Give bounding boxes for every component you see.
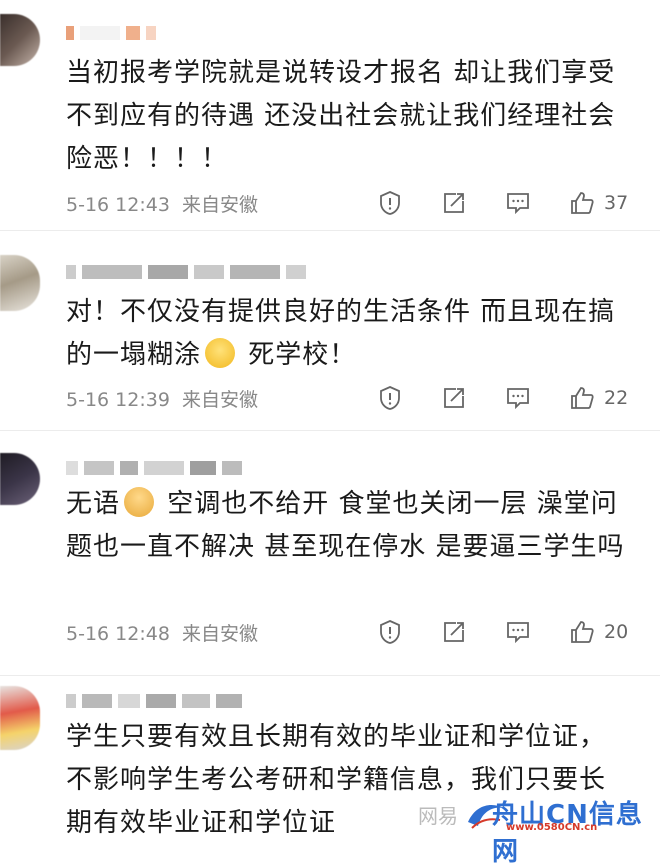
comment-meta: 5-16 12:48 来自安徽 20 [66,617,640,647]
report-icon[interactable] [376,618,404,646]
reply-icon[interactable] [504,189,532,217]
like-count: 22 [604,387,629,409]
comment-text: 当初报考学院就是说转设才报名 却让我们享受不到应有的待遇 还没出社会就让我们经理… [66,58,616,174]
like-icon[interactable] [568,618,596,646]
username-blurred[interactable] [66,261,306,283]
comment-text: 无语 空调也不给开 食堂也关闭一层 澡堂问题也一直不解决 甚至现在停水 是要逼三… [66,487,625,562]
avatar[interactable] [0,255,40,311]
reply-icon[interactable] [504,618,532,646]
comment-time: 5-16 12:39 来自安徽 [66,388,259,411]
report-icon[interactable] [376,189,404,217]
comment-text: 对！不仅没有提供良好的生活条件 而且现在搞的一塌糊涂 死学校！ [66,297,616,370]
site-url: www.0580CN.cn [506,822,598,833]
facepalm-person-icon [124,487,155,517]
comment-time: 5-16 12:48 来自安徽 [66,622,259,645]
report-icon[interactable] [376,384,404,412]
avatar[interactable] [0,14,40,66]
comment-actions: 20 [376,618,628,646]
crying-face-icon [205,338,236,368]
like-count: 20 [604,621,629,643]
comment-meta: 5-16 12:43 来自安徽 37 [66,188,640,218]
username-blurred[interactable] [66,22,156,44]
like-icon[interactable] [568,384,596,412]
comment-item: 当初报考学院就是说转设才报名 却让我们享受不到应有的待遇 还没出社会就让我们经理… [0,0,660,230]
netease-watermark: 网易 [418,803,458,828]
comment-item: 无语 空调也不给开 食堂也关闭一层 澡堂问题也一直不解决 甚至现在停水 是要逼三… [0,431,660,675]
repost-icon[interactable] [440,384,468,412]
comment-item: 对！不仅没有提供良好的生活条件 而且现在搞的一塌糊涂 死学校！ 5-16 12:… [0,231,660,430]
repost-icon[interactable] [440,618,468,646]
reply-icon[interactable] [504,384,532,412]
username-blurred[interactable] [66,690,242,712]
username-blurred[interactable] [66,457,242,479]
repost-icon[interactable] [440,189,468,217]
comment-time: 5-16 12:43 来自安徽 [66,193,259,216]
avatar[interactable] [0,453,40,505]
like-count: 37 [604,192,629,214]
avatar[interactable] [0,686,40,750]
like-icon[interactable] [568,189,596,217]
site-logo: 舟山CN信息网 www.0580CN.cn [466,794,646,867]
comment-actions: 22 [376,384,628,412]
site-watermark: 网易 舟山CN信息网 www.0580CN.cn [412,792,652,867]
comment-meta: 5-16 12:39 来自安徽 22 [66,383,640,413]
comment-actions: 37 [376,189,628,217]
